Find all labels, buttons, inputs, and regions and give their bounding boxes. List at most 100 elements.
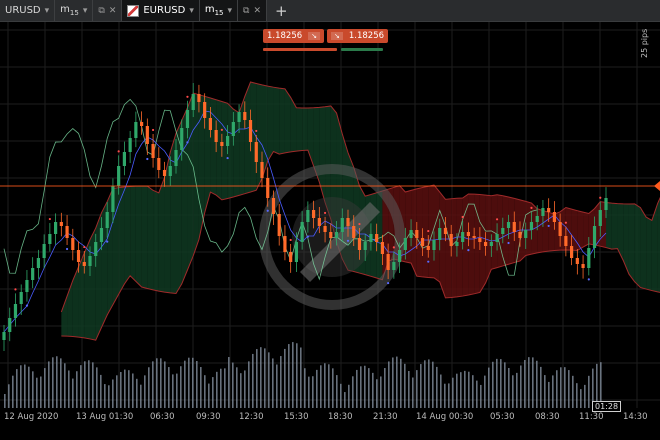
time-axis-tick: 06:30: [150, 412, 175, 422]
cloud-segment: [193, 93, 199, 256]
timeframe-tab-prev[interactable]: m15 ▾: [55, 0, 94, 21]
volume-bar: [16, 369, 18, 408]
close-icon[interactable]: ✕: [253, 6, 261, 16]
volume-bar: [296, 343, 298, 408]
candle-body: [191, 94, 195, 110]
cloud-segment: [302, 107, 308, 151]
volume-bar: [396, 356, 398, 408]
candle-body: [2, 332, 6, 340]
popout-icon[interactable]: ⧉: [98, 6, 104, 16]
fractal-down-marker: [186, 141, 189, 144]
candle-body: [501, 228, 505, 234]
chart-tab-eurusd[interactable]: EURUSD ▾: [122, 0, 200, 21]
candle-body: [82, 262, 86, 266]
volume-bar: [152, 361, 154, 408]
volume-bar: [212, 377, 214, 408]
fractal-up-marker: [323, 211, 327, 215]
candle-body: [581, 264, 585, 268]
chart-tab-eurusd-prev[interactable]: URUSD ▾: [0, 0, 56, 21]
volume-bar: [240, 373, 242, 408]
volume-bar: [148, 367, 150, 408]
timeframe-tab[interactable]: m15 ▾: [199, 0, 239, 21]
volume-bar: [540, 366, 542, 408]
candle-body: [346, 218, 350, 226]
volume-bar: [428, 359, 430, 408]
candle-body: [547, 208, 551, 212]
candle-body: [438, 228, 442, 240]
volume-bar: [116, 375, 118, 408]
chevron-down-icon[interactable]: ▾: [189, 6, 194, 16]
volume-bar: [252, 353, 254, 408]
popout-icon[interactable]: ⧉: [243, 6, 249, 16]
time-axis-tick: 12 Aug 2020: [4, 412, 59, 422]
volume-bar: [24, 364, 26, 408]
volume-bar: [392, 357, 394, 408]
candle-body: [94, 242, 98, 256]
chevron-down-icon[interactable]: ▾: [228, 6, 233, 16]
chevron-down-icon[interactable]: ▾: [83, 6, 88, 16]
volume-bar: [508, 367, 510, 408]
cloud-segment: [227, 103, 234, 199]
cloud-segment: [451, 198, 457, 298]
volume-bar: [380, 376, 382, 408]
volume-bar: [564, 367, 566, 408]
cloud-segment: [153, 190, 159, 292]
candle-body: [59, 222, 63, 226]
fractal-down-marker: [587, 278, 590, 281]
volume-bar: [360, 366, 362, 408]
chevron-down-icon[interactable]: ▾: [45, 6, 50, 16]
volume-bar: [560, 367, 562, 408]
timeframe-label: m15: [60, 4, 79, 17]
candle-body: [99, 228, 104, 242]
plus-icon[interactable]: +: [267, 0, 296, 21]
cloud-segment: [640, 207, 647, 290]
candle-body: [208, 118, 212, 130]
volume-bar: [476, 380, 478, 408]
volume-bar: [44, 368, 46, 408]
sell-button[interactable]: 1.18256 ↘: [263, 29, 325, 43]
candle-body: [65, 226, 69, 238]
trading-app: URUSD ▾ m15 ▾ ⧉ ✕ EURUSD ▾ m15 ▾ ⧉ ✕ + 1…: [0, 0, 660, 440]
price-chart[interactable]: [0, 22, 660, 418]
volume-bar: [416, 370, 418, 408]
volume-bar: [304, 368, 306, 408]
fractal-up-marker: [220, 128, 223, 131]
cloud-segment: [439, 192, 446, 298]
volume-bar: [288, 344, 290, 408]
candle-body: [157, 158, 161, 170]
candle-body: [312, 210, 316, 218]
candle-body: [570, 246, 574, 258]
volume-bar: [220, 368, 222, 408]
volume-bar: [344, 392, 346, 408]
cloud-segment: [646, 217, 652, 291]
cloud-segment: [296, 107, 303, 152]
tab-symbol: EURUSD: [143, 5, 186, 16]
candle-body: [300, 222, 304, 242]
volume-bar: [80, 365, 82, 408]
volume-bar: [404, 363, 406, 408]
candle-body: [151, 144, 155, 158]
volume-bar: [228, 357, 230, 408]
volume-bar: [496, 358, 498, 408]
buy-button[interactable]: ↘ 1.18256: [327, 29, 389, 43]
volume-bar: [28, 366, 30, 408]
candle-body: [140, 122, 144, 126]
volume-bar: [272, 358, 274, 408]
volume-bar: [420, 364, 422, 408]
fractal-down-marker: [547, 224, 550, 228]
volume-bar: [424, 360, 426, 408]
cloud-segment: [468, 194, 475, 296]
candle-body: [168, 166, 172, 176]
fractal-up-marker: [392, 246, 395, 249]
candle-body: [398, 250, 402, 262]
candle-body: [248, 120, 253, 142]
candle-body: [541, 208, 545, 216]
volume-bar: [128, 370, 130, 408]
volume-bar: [356, 369, 358, 408]
close-icon[interactable]: ✕: [109, 6, 117, 16]
cloud-segment: [118, 186, 125, 295]
candle-body: [88, 256, 92, 266]
volume-bar: [284, 348, 286, 408]
fractal-down-marker: [226, 156, 229, 160]
time-cursor-tag: 01:28: [592, 401, 622, 412]
